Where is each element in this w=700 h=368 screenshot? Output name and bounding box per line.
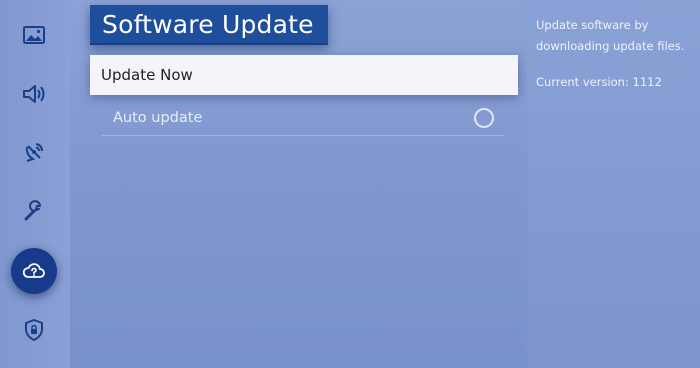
current-version: Current version: 1112 — [536, 75, 662, 89]
general-settings-button[interactable] — [13, 190, 55, 232]
page-title: Software Update — [102, 9, 314, 39]
sound-settings-button[interactable] — [13, 73, 55, 115]
privacy-settings-button[interactable] — [13, 309, 55, 351]
picture-icon — [23, 26, 45, 44]
info-panel: Update software by downloading update fi… — [527, 0, 700, 368]
sound-icon — [23, 85, 45, 103]
wrench-icon — [24, 200, 41, 221]
update-now-button[interactable]: Update Now — [90, 55, 518, 95]
auto-update-toggle[interactable] — [474, 107, 494, 128]
update-now-label: Update Now — [101, 66, 193, 84]
info-description: Update software by downloading update fi… — [536, 18, 685, 53]
cloud-support-icon — [22, 263, 45, 278]
settings-sidebar — [0, 0, 70, 368]
picture-settings-button[interactable] — [13, 14, 55, 56]
broadcast-icon — [25, 143, 43, 162]
shield-icon — [25, 319, 43, 341]
auto-update-label: Auto update — [113, 109, 203, 126]
broadcasting-settings-button[interactable] — [13, 131, 55, 173]
support-settings-button[interactable] — [11, 248, 57, 294]
auto-update-row[interactable]: Auto update — [102, 100, 504, 136]
page-title-box: Software Update — [90, 5, 328, 45]
